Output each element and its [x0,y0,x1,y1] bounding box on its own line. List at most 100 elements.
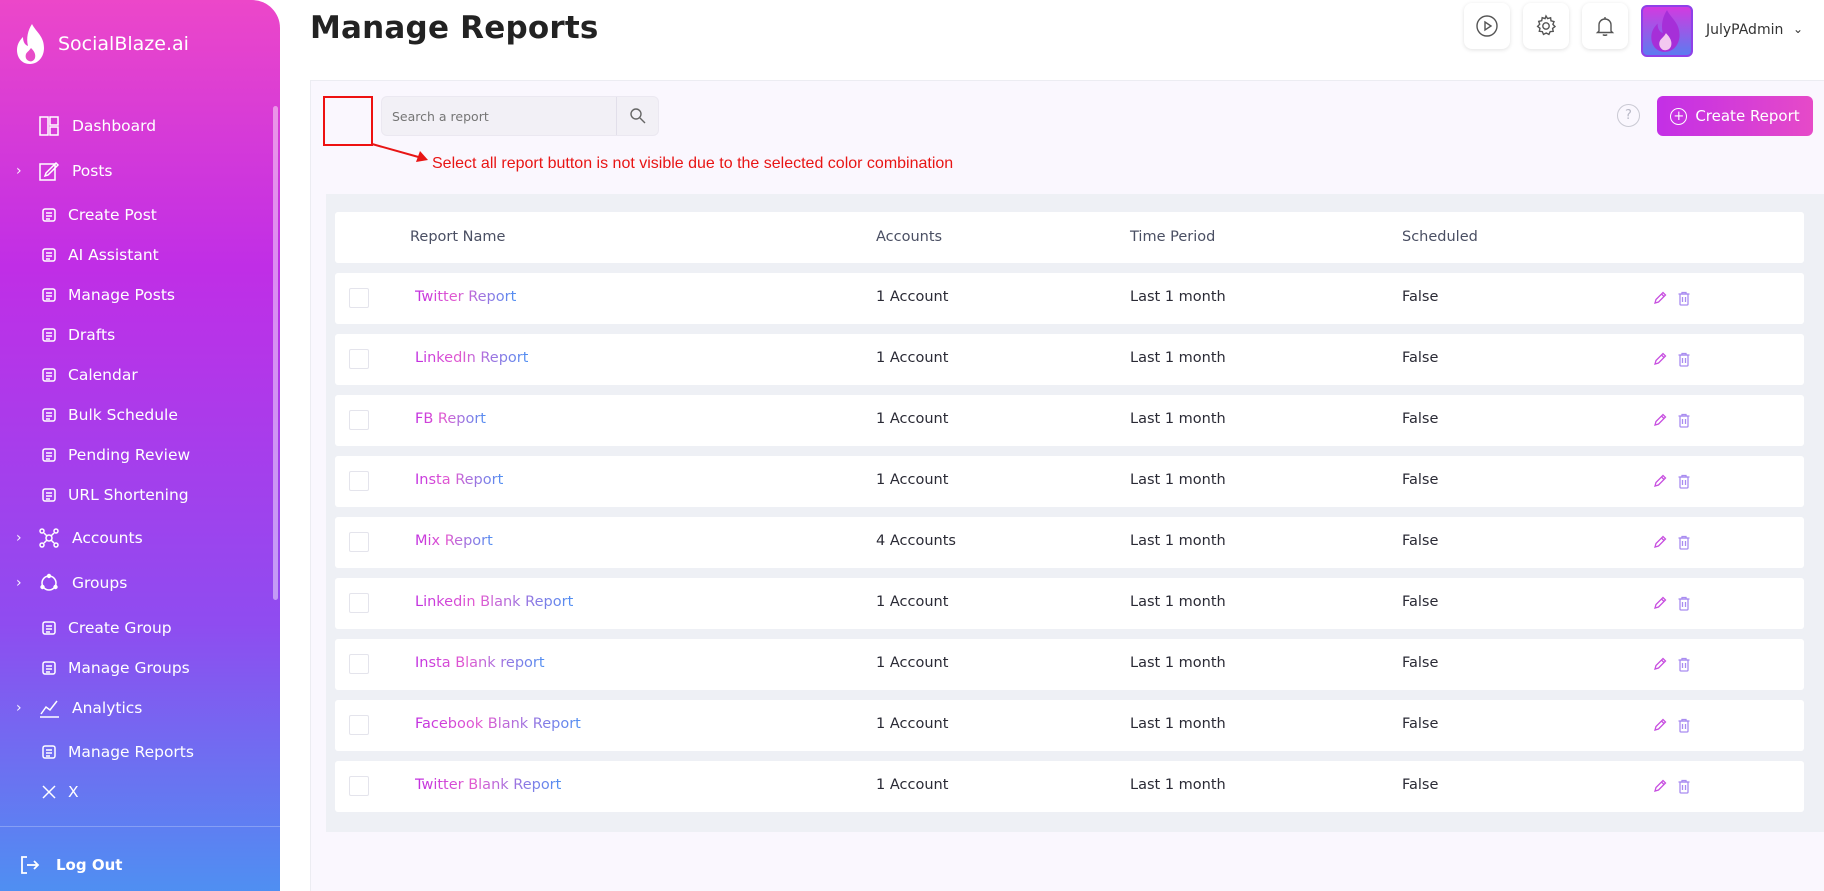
trash-icon[interactable] [1675,715,1693,735]
report-name-link[interactable]: FB Report [415,411,486,427]
select-all-checkbox-highlight[interactable] [323,96,373,146]
manage-reports-icon [40,743,58,761]
edit-icon[interactable] [1651,410,1669,430]
sidebar-item-label: Dashboard [72,117,157,135]
edit-icon[interactable] [1651,593,1669,613]
edit-icon[interactable] [1651,471,1669,491]
sidebar-item-label: Create Post [68,206,157,224]
sidebar-scrollbar[interactable] [273,106,278,600]
play-tutorial-button[interactable] [1464,3,1510,49]
logout-button[interactable]: Log Out [18,854,122,876]
scheduled-cell: False [1402,533,1439,549]
row-checkbox[interactable] [349,654,369,674]
row-checkbox[interactable] [349,776,369,796]
scheduled-cell: False [1402,777,1439,793]
row-checkbox[interactable] [349,471,369,491]
sidebar-item-calendar[interactable]: Calendar [0,357,270,393]
search-input[interactable] [382,97,617,135]
accounts-cell: 1 Account [876,777,949,793]
table-row: Mix Report 4 Accounts Last 1 month False [335,517,1804,568]
trash-icon[interactable] [1675,471,1693,491]
report-name-link[interactable]: Twitter Report [415,289,516,305]
row-checkbox[interactable] [349,410,369,430]
accounts-cell: 1 Account [876,655,949,671]
column-header-time-period[interactable]: Time Period [1130,229,1215,245]
settings-icon [1536,14,1557,36]
time-period-cell: Last 1 month [1130,350,1226,366]
sidebar-item-ai-assistant[interactable]: AI Assistant [0,237,270,273]
sidebar-item-label: Create Group [68,619,172,637]
manage-posts-icon [40,286,58,304]
trash-icon[interactable] [1675,349,1693,369]
brand[interactable]: SocialBlaze.ai [14,22,189,66]
trash-icon[interactable] [1675,288,1693,308]
report-name-link[interactable]: Facebook Blank Report [415,716,581,732]
edit-icon[interactable] [1651,715,1669,735]
sidebar-item-manage-groups[interactable]: Manage Groups [0,650,270,686]
sidebar-item-posts[interactable]: › Posts [0,153,270,189]
trash-icon[interactable] [1675,654,1693,674]
analytics-chart-icon [38,697,60,719]
time-period-cell: Last 1 month [1130,472,1226,488]
edit-icon[interactable] [1651,776,1669,796]
chevron-right-icon[interactable]: › [16,530,22,546]
manage-groups-icon [40,659,58,677]
search-button[interactable] [616,97,658,135]
column-header-accounts[interactable]: Accounts [876,229,942,245]
chevron-right-icon[interactable]: › [16,163,22,179]
report-name-link[interactable]: Mix Report [415,533,493,549]
help-icon[interactable]: ? [1617,104,1640,127]
sidebar-item-label: Drafts [68,326,116,344]
sidebar-item-x[interactable]: X [0,774,270,810]
edit-icon[interactable] [1651,288,1669,308]
sidebar-item-pending-review[interactable]: Pending Review [0,437,270,473]
report-name-link[interactable]: Linkedin Blank Report [415,594,573,610]
trash-icon[interactable] [1675,532,1693,552]
sidebar-item-groups[interactable]: › Groups [0,565,270,601]
sidebar-item-manage-reports[interactable]: Manage Reports [0,734,270,770]
sidebar-item-label: Accounts [72,529,143,547]
report-name-link[interactable]: LinkedIn Report [415,350,528,366]
sidebar-item-label: Calendar [68,366,138,384]
avatar[interactable] [1641,5,1693,57]
row-checkbox[interactable] [349,288,369,308]
scheduled-cell: False [1402,594,1439,610]
bell-icon [1595,17,1615,36]
row-checkbox[interactable] [349,593,369,613]
sidebar-item-manage-posts[interactable]: Manage Posts [0,277,270,313]
chevron-right-icon[interactable]: › [16,700,22,716]
report-name-link[interactable]: Insta Report [415,472,503,488]
time-period-cell: Last 1 month [1130,777,1226,793]
report-name-link[interactable]: Insta Blank report [415,655,545,671]
trash-icon[interactable] [1675,410,1693,430]
chevron-down-icon[interactable]: ⌄ [1793,22,1803,36]
row-checkbox[interactable] [349,532,369,552]
accounts-cell: 1 Account [876,350,949,366]
edit-icon[interactable] [1651,654,1669,674]
edit-icon[interactable] [1651,349,1669,369]
sidebar-item-bulk-schedule[interactable]: Bulk Schedule [0,397,270,433]
row-checkbox[interactable] [349,715,369,735]
sidebar-item-accounts[interactable]: › Accounts [0,520,270,556]
chevron-right-icon[interactable]: › [16,575,22,591]
time-period-cell: Last 1 month [1130,289,1226,305]
user-name[interactable]: JulyPAdmin [1706,22,1783,38]
sidebar-item-create-group[interactable]: Create Group [0,610,270,646]
sidebar-item-drafts[interactable]: Drafts [0,317,270,353]
create-report-button[interactable]: + Create Report [1657,96,1813,136]
sidebar-item-url-shortening[interactable]: URL Shortening [0,477,270,513]
sidebar-item-dashboard[interactable]: Dashboard [0,108,270,144]
notifications-button[interactable] [1582,3,1628,49]
report-name-link[interactable]: Twitter Blank Report [415,777,561,793]
trash-icon[interactable] [1675,593,1693,613]
play-icon [1476,15,1498,37]
sidebar-item-create-post[interactable]: Create Post [0,197,270,233]
scheduled-cell: False [1402,289,1439,305]
column-header-report-name[interactable]: Report Name [410,229,505,245]
edit-icon[interactable] [1651,532,1669,552]
trash-icon[interactable] [1675,776,1693,796]
row-checkbox[interactable] [349,349,369,369]
settings-button[interactable] [1523,3,1569,49]
column-header-scheduled[interactable]: Scheduled [1402,229,1478,245]
sidebar-item-analytics[interactable]: › Analytics [0,690,270,726]
